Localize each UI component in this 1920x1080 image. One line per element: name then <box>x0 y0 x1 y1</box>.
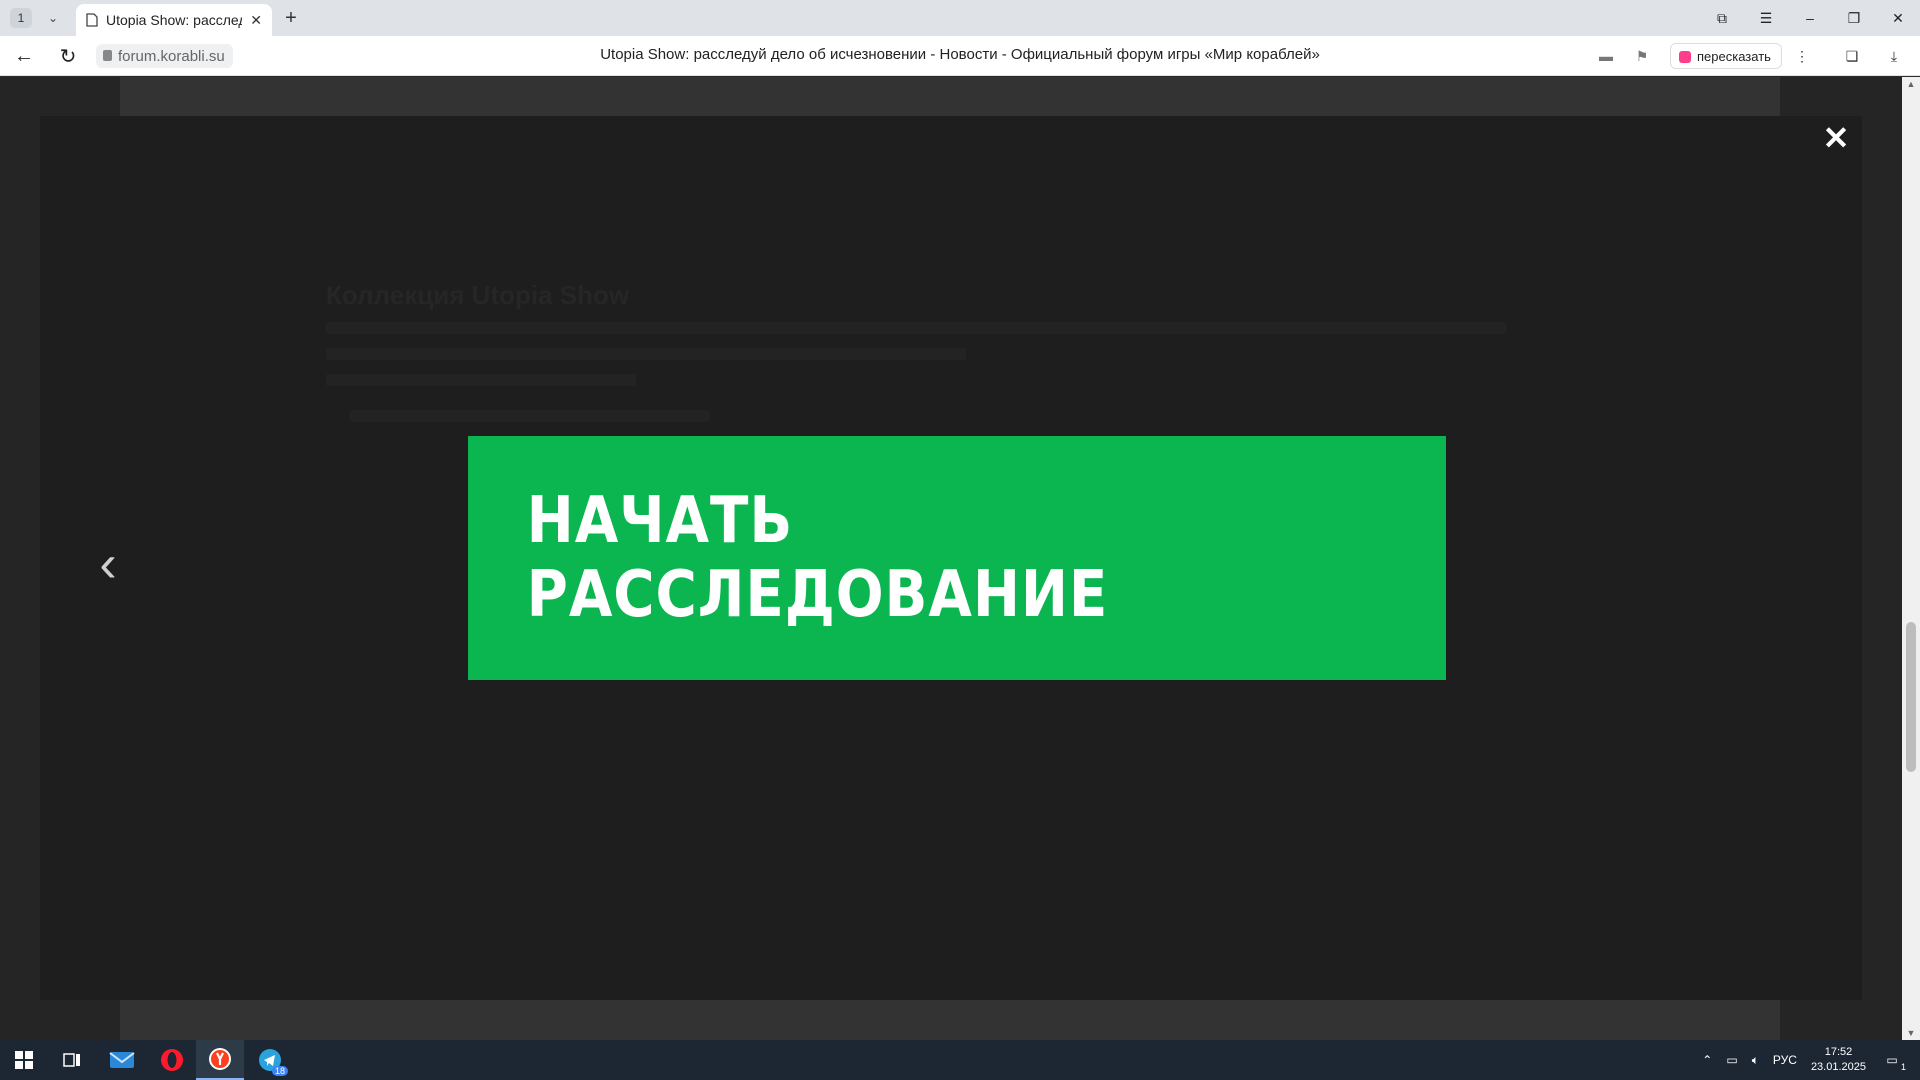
volume-icon[interactable]: 🔈︎ <box>1752 1053 1759 1068</box>
close-window-button[interactable]: ✕ <box>1876 0 1920 36</box>
telegram-badge: 18 <box>271 1066 288 1076</box>
lightbox-overlay: Коллекция Utopia Show НАЧАТЬ РАССЛЕДОВАН… <box>40 116 1862 1000</box>
clock[interactable]: 17:52 23.01.2025 <box>1811 1045 1866 1075</box>
background-text-line <box>350 410 710 422</box>
task-view-icon[interactable] <box>48 1040 96 1080</box>
restore-button[interactable]: ❐ <box>1832 0 1876 36</box>
comment-icon[interactable]: ▬ <box>1596 46 1616 66</box>
new-tab-button[interactable]: + <box>280 7 302 29</box>
tab-close-icon[interactable]: ✕ <box>250 12 262 29</box>
notification-icon[interactable]: ▭ 1 <box>1880 1048 1906 1072</box>
address-bar: ← ↻ forum.korabli.su Utopia Show: рассле… <box>0 36 1920 76</box>
scroll-down-icon[interactable]: ▼ <box>1902 1028 1920 1038</box>
language-indicator[interactable]: РУС <box>1773 1053 1797 1067</box>
page-scrollbar[interactable]: ▲ ▼ <box>1902 77 1920 1040</box>
windows-taskbar: 18 ⌃ ▭ 🔈︎ РУС 17:52 23.01.2025 ▭ 1 <box>0 1040 1920 1080</box>
reload-icon[interactable]: ↻ <box>56 44 80 68</box>
opera-icon[interactable] <box>148 1040 196 1080</box>
start-investigation-button[interactable]: НАЧАТЬ РАССЛЕДОВАНИЕ <box>468 436 1446 680</box>
notification-count: 1 <box>1900 1062 1906 1072</box>
tab-count-badge[interactable]: 1 <box>10 8 32 28</box>
yandex-browser-icon[interactable] <box>196 1040 244 1080</box>
more-options-icon[interactable]: ⋮ <box>1792 46 1812 66</box>
lightbox-prev-arrow-icon[interactable]: ‹ <box>90 535 126 593</box>
background-heading: Коллекция Utopia Show <box>326 280 630 310</box>
background-text-line <box>326 348 966 360</box>
url-field[interactable]: forum.korabli.su <box>96 44 233 68</box>
clock-time: 17:52 <box>1824 1046 1853 1058</box>
retell-icon <box>1679 51 1691 63</box>
background-text-line <box>326 374 636 386</box>
clock-date: 23.01.2025 <box>1810 1061 1866 1073</box>
background-text-line <box>326 322 1506 334</box>
active-tab[interactable]: Utopia Show: расследу ✕ <box>76 4 272 36</box>
bookmark-icon[interactable]: ⚑ <box>1632 46 1652 66</box>
start-icon[interactable] <box>0 1040 48 1080</box>
tab-title: Utopia Show: расследу <box>106 12 243 28</box>
bookmarks-panel-icon[interactable]: ⧉ <box>1700 0 1744 36</box>
scrollbar-thumb[interactable] <box>1906 622 1916 772</box>
retell-button[interactable]: пересказать <box>1670 43 1782 69</box>
tab-bar: 1 ⌄ Utopia Show: расследу ✕ + ⧉ ☰ – ❐ ✕ <box>0 0 1920 36</box>
chevron-down-icon[interactable]: ⌄ <box>42 8 64 28</box>
page-icon <box>86 13 98 27</box>
chevron-up-icon[interactable]: ⌃ <box>1702 1053 1712 1067</box>
retell-label: пересказать <box>1697 48 1771 64</box>
scroll-up-icon[interactable]: ▲ <box>1902 79 1920 89</box>
download-icon[interactable]: ⤓ <box>1884 46 1904 66</box>
window-controls: ⧉ ☰ – ❐ ✕ <box>1700 0 1920 36</box>
collections-icon[interactable]: ❏ <box>1842 46 1862 66</box>
telegram-icon[interactable]: 18 <box>246 1040 294 1080</box>
lightbox-close-icon[interactable]: ✕ <box>1820 120 1852 156</box>
lock-icon <box>103 50 112 61</box>
system-tray: ⌃ ▭ 🔈︎ РУС 17:52 23.01.2025 ▭ 1 <box>1702 1040 1920 1080</box>
network-icon[interactable]: ▭ <box>1726 1053 1737 1067</box>
mail-icon[interactable] <box>98 1040 146 1080</box>
url-text: forum.korabli.su <box>118 47 225 65</box>
back-arrow-icon[interactable]: ← <box>12 44 36 68</box>
minimize-button[interactable]: – <box>1788 0 1832 36</box>
start-investigation-label: НАЧАТЬ РАССЛЕДОВАНИЕ <box>526 484 1109 632</box>
menu-icon[interactable]: ☰ <box>1744 0 1788 36</box>
